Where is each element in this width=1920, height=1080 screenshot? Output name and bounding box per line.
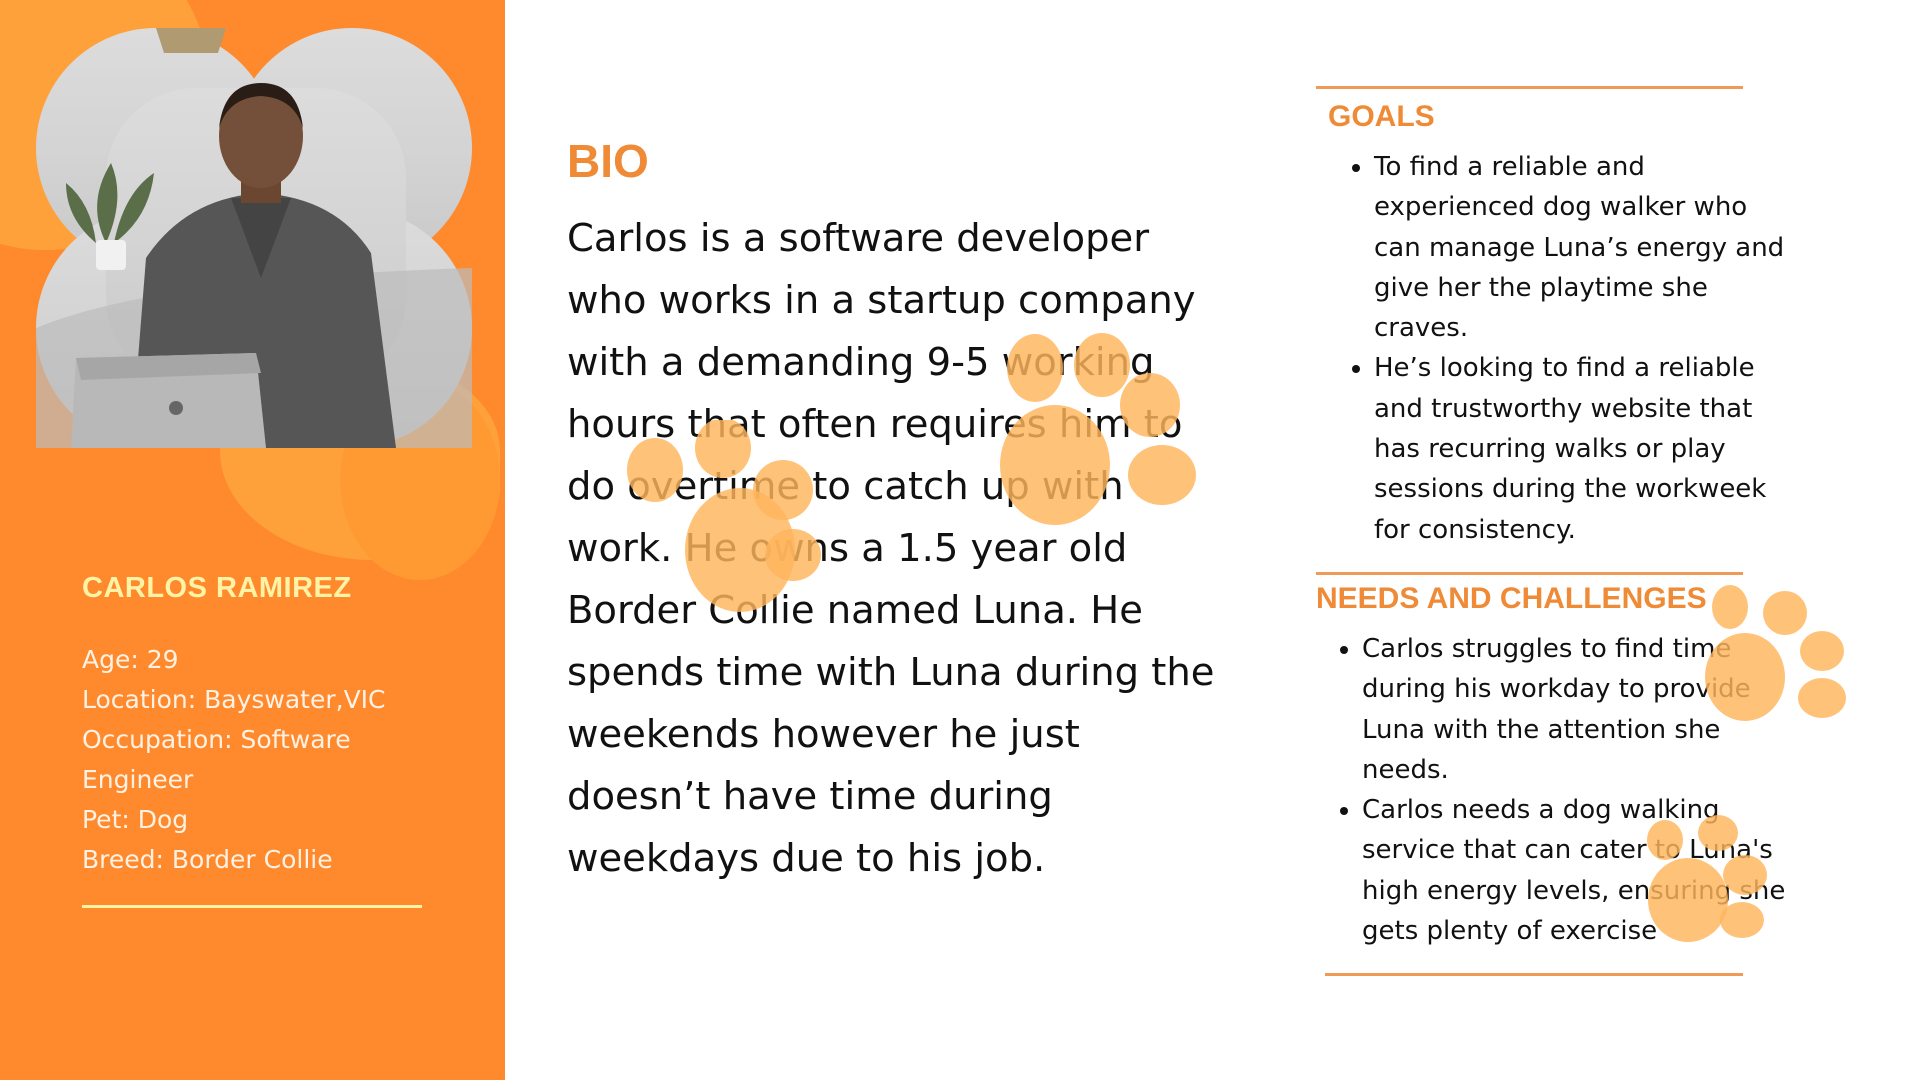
needs-heading: NEEDS AND CHALLENGES [1316,582,1707,615]
divider [82,905,422,908]
goals-heading: GOALS [1328,100,1435,133]
divider [1325,973,1743,976]
persona-name: CARLOS RAMIREZ [82,572,352,604]
persona-details: Age: 29 Location: Bayswater,VIC Occupati… [82,640,422,880]
occupation-label-continued: Engineer [82,765,194,794]
goals-list: To find a reliable and experienced dog w… [1344,147,1796,550]
list-item: Carlos struggles to find time during his… [1362,629,1796,790]
age-label: Age: 29 [82,645,179,674]
list-item: He’s looking to find a reliable and trus… [1374,348,1796,549]
location-label: Location: Bayswater,VIC [82,685,386,714]
profile-photo [36,28,472,448]
bio-text: Carlos is a software developer who works… [567,216,1215,881]
needs-list: Carlos struggles to find time during his… [1332,629,1796,951]
bio-heading: BIO [567,135,649,187]
profile-panel: CARLOS RAMIREZ Age: 29 Location: Bayswat… [0,0,505,1080]
breed-label: Breed: Border Collie [82,845,333,874]
occupation-label: Occupation: Software [82,725,351,754]
list-item: To find a reliable and experienced dog w… [1374,147,1796,348]
divider [1316,86,1743,89]
list-item: Carlos needs a dog walking service that … [1362,790,1796,951]
pet-label: Pet: Dog [82,805,189,834]
person-photo-illustration [36,28,472,448]
divider [1316,572,1743,575]
